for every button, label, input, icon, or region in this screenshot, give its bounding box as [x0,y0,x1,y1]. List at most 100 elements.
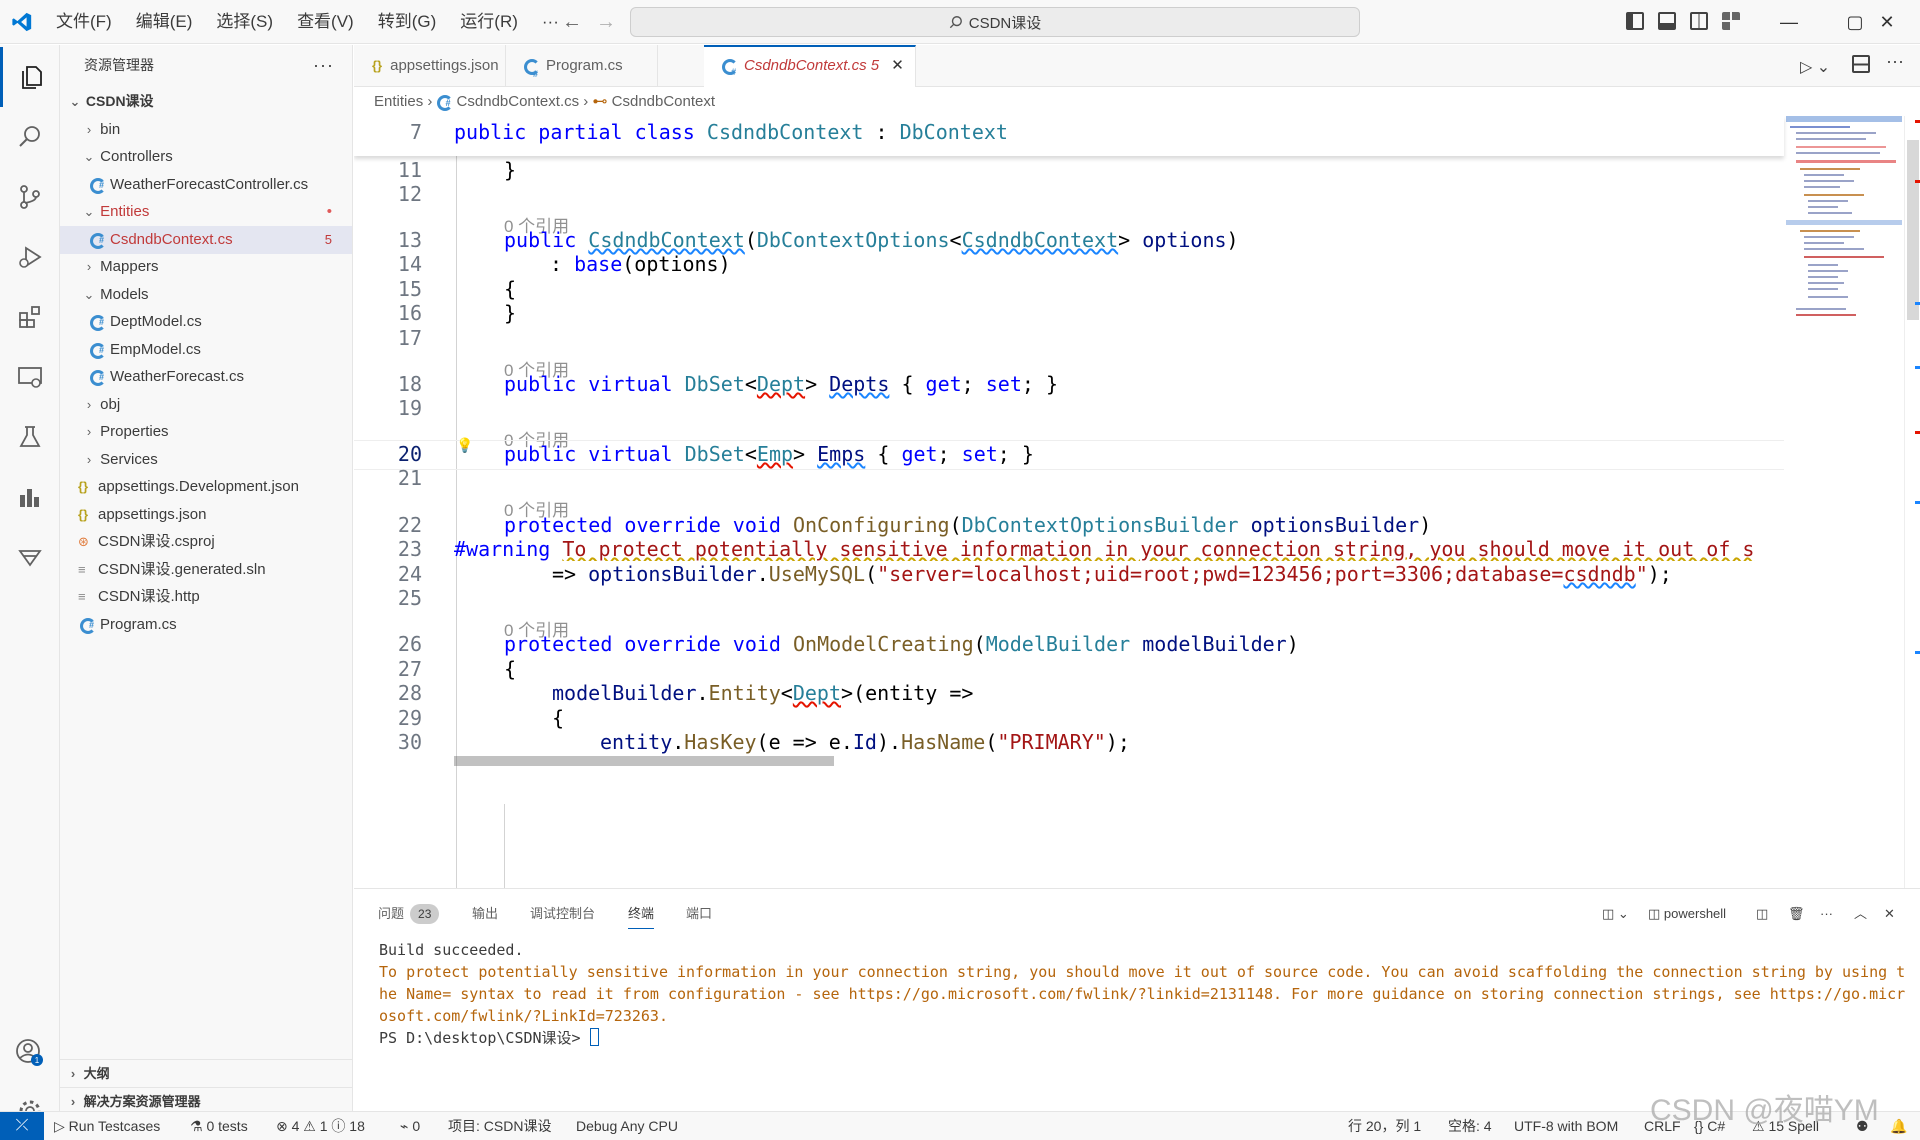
menu-selection[interactable]: 选择(S) [204,0,285,44]
tab-csdndbcontext-cs[interactable]: CsdndbContext.cs 5 ✕ [704,45,916,91]
split-editor-icon[interactable] [1852,55,1870,73]
tab-output[interactable]: 输出 [472,899,498,929]
terminal-prompt-line: PS D:\desktop\CSDN课设> [379,1027,1909,1049]
token: Emps [817,442,866,466]
horizontal-scrollbar-thumb[interactable] [454,756,834,766]
more-actions-icon[interactable]: ··· [1820,899,1833,929]
breadcrumb-class[interactable]: CsdndbContext [612,93,715,110]
encoding-status[interactable]: UTF-8 with BOM [1514,1112,1618,1140]
folder-root[interactable]: ⌄ CSDN课设 [60,88,352,116]
accounts-icon[interactable]: 1 [0,1023,60,1083]
search-icon[interactable] [0,107,60,167]
maximize-panel-icon[interactable]: ︿ [1854,899,1867,929]
terminal-layout-icon[interactable]: ◫ ⌄ [1602,899,1629,929]
tab-appsettings-json[interactable]: {} appsettings.json [354,45,506,87]
problems-status[interactable]: ⊗ 4 ⚠ 1 ⓘ 18 [276,1112,365,1140]
remote-indicator-icon[interactable]: ⤫ [0,1112,44,1140]
tree-item-program[interactable]: Program.cs [60,611,352,640]
remote-explorer-icon[interactable] [0,347,60,407]
minimize-button[interactable]: — [1756,0,1822,44]
code-editor[interactable]: 7 public partial class CsdndbContext : D… [354,116,1920,888]
tree-item-entities[interactable]: ⌄ Entities • [60,198,352,226]
problem-count-badge: 5 [324,232,332,247]
testing-icon[interactable] [0,407,60,467]
tree-item-empmodel[interactable]: EmpModel.cs [60,336,352,365]
code-line-15: { [504,277,517,301]
tree-item-weatherforecastcontroller[interactable]: WeatherForecastController.cs [60,171,352,200]
menu-edit[interactable]: 编辑(E) [124,0,205,44]
tree-item-appsettings[interactable]: {} appsettings.json [60,501,352,529]
command-center-search[interactable]: CSDN课设 [630,7,1360,37]
indentation-status[interactable]: 空格: 4 [1448,1112,1492,1140]
tree-item-deptmodel[interactable]: DeptModel.cs [60,308,352,337]
extensions-icon[interactable] [0,287,60,347]
ports-status[interactable]: ⌁ 0 [400,1112,420,1140]
editor-more-icon[interactable]: ··· [1886,51,1904,72]
source-control-icon[interactable] [0,167,60,227]
vertical-scrollbar-thumb[interactable] [1907,140,1919,320]
tree-item-bin[interactable]: › bin [60,116,352,144]
tab-debug-console[interactable]: 调试控制台 [530,899,595,929]
status-bar: ⤫ ▷ Run Testcases ⚗ 0 tests ⊗ 4 ⚠ 1 ⓘ 18… [0,1111,1920,1140]
project-status[interactable]: 项目: CSDN课设 [448,1112,551,1140]
run-testcases-button[interactable]: ▷ Run Testcases [54,1112,160,1140]
breadcrumb-file[interactable]: CsdndbContext.cs [457,93,580,110]
menu-go[interactable]: 转到(G) [366,0,449,44]
tree-item-appsettings-development[interactable]: {} appsettings.Development.json [60,473,352,501]
tree-item-http[interactable]: ≡ CSDN课设.http [60,583,352,611]
explorer-more-button[interactable]: ··· [313,45,334,85]
tree-item-models[interactable]: ⌄ Models [60,281,352,309]
title-bar: 文件(F) 编辑(E) 选择(S) 查看(V) 转到(G) 运行(R) ··· … [0,0,1920,44]
toggle-secondary-sidebar-icon[interactable] [1690,12,1708,30]
menu-view[interactable]: 查看(V) [285,0,366,44]
breadcrumb-entities[interactable]: Entities [374,93,423,110]
tree-item-csproj[interactable]: ⊛ CSDN课设.csproj [60,528,352,556]
toggle-panel-icon[interactable] [1658,12,1676,30]
token: get [901,442,938,466]
toggle-primary-sidebar-icon[interactable] [1626,12,1644,30]
tree-item-services[interactable]: › Services [60,446,352,474]
notifications-bell-icon[interactable]: 🔔 [1890,1112,1907,1140]
run-debug-icon[interactable] [0,227,60,287]
tab-terminal[interactable]: 终端 [628,899,655,929]
explorer-icon[interactable] [0,47,60,107]
run-testcases-label: Run Testcases [68,1118,161,1134]
split-terminal-icon[interactable]: ◫ [1756,899,1768,929]
filter-icon[interactable] [0,527,60,587]
chevron-right-icon: › [86,452,92,467]
line-number: 17 [397,326,422,350]
tree-item-obj[interactable]: › obj [60,391,352,419]
tree-item-mappers[interactable]: › Mappers [60,253,352,281]
tab-ports[interactable]: 端口 [686,899,712,929]
tree-item-weatherforecast[interactable]: WeatherForecast.cs [60,363,352,392]
menu-run[interactable]: 运行(R) [448,0,530,44]
tree-item-csdndbcontext[interactable]: CsdndbContext.cs 5 [60,226,352,255]
close-tab-icon[interactable]: ✕ [891,57,904,74]
terminal-instance[interactable]: ◫ powershell [1648,899,1726,929]
menu-file[interactable]: 文件(F) [44,0,124,44]
tree-item-properties[interactable]: › Properties [60,418,352,446]
chart-icon[interactable] [0,467,60,527]
back-arrow-icon[interactable]: ← [558,8,586,36]
vertical-scrollbar[interactable] [1904,116,1920,888]
trash-icon[interactable]: 🗑 [1788,899,1805,929]
close-window-button[interactable]: ✕ [1854,0,1920,44]
forward-arrow-icon[interactable]: → [592,8,620,36]
tab-program-cs[interactable]: Program.cs [506,45,658,95]
lightbulb-icon[interactable]: 💡 [456,438,473,454]
tab-problems[interactable]: 问题 23 [378,899,440,929]
terminal-output[interactable]: Build succeeded. To protect potentially s… [379,939,1909,1049]
line-number: 28 [397,681,422,705]
line-number: 25 [397,586,422,610]
outline-section[interactable]: › 大纲 [60,1059,352,1087]
tests-status[interactable]: ⚗ 0 tests [190,1112,248,1140]
run-file-icon[interactable]: ▷ ⌄ [1800,57,1830,77]
close-panel-icon[interactable]: ✕ [1884,899,1895,929]
tree-item-controllers[interactable]: ⌄ Controllers [60,143,352,171]
build-config-status[interactable]: Debug Any CPU [576,1112,678,1140]
minimap[interactable] [1786,116,1902,346]
tree-item-sln[interactable]: ≡ CSDN课设.generated.sln [60,556,352,584]
breadcrumb: Entities › CsdndbContext.cs › ⊷ CsdndbCo… [374,88,715,117]
cursor-position[interactable]: 行 20，列 1 [1348,1112,1421,1140]
customize-layout-icon[interactable] [1722,12,1740,30]
